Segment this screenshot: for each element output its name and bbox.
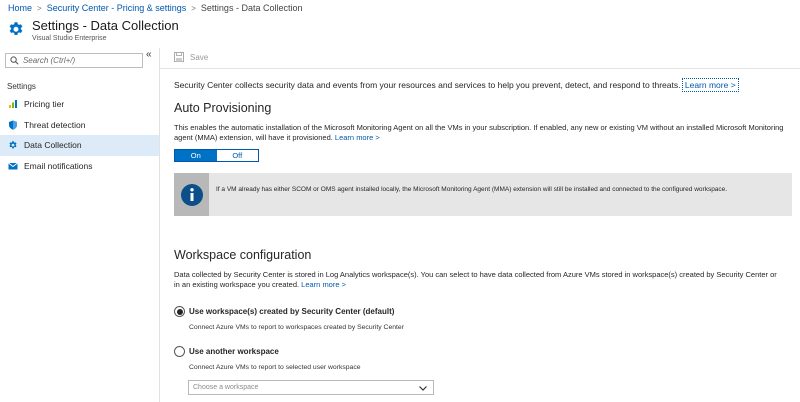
sidebar-item-label: Threat detection: [24, 119, 86, 130]
pricing-tier-icon: [9, 100, 17, 109]
sidebar-item-pricing-tier[interactable]: Pricing tier: [0, 94, 159, 115]
gear-icon: [9, 141, 17, 149]
radio-button[interactable]: [174, 346, 185, 357]
workspace-description: Data collected by Security Center is sto…: [174, 270, 784, 290]
breadcrumb-current: Settings - Data Collection: [200, 3, 303, 13]
radio-label: Use another workspace: [189, 347, 279, 356]
auto-provisioning-toggle[interactable]: On Off: [174, 149, 259, 162]
page-title: Settings - Data Collection: [32, 18, 179, 33]
search-box[interactable]: [5, 53, 143, 68]
toggle-on-option[interactable]: On: [175, 150, 217, 161]
sidebar-item-data-collection[interactable]: Data Collection: [0, 135, 159, 156]
email-icon: [8, 162, 18, 170]
collapse-sidebar-button[interactable]: «: [146, 49, 152, 60]
radio-label: Use workspace(s) created by Security Cen…: [189, 307, 395, 316]
chevron-right-icon: >: [37, 3, 42, 13]
auto-provisioning-body: This enables the automatic installation …: [174, 123, 784, 142]
save-button[interactable]: Save: [174, 52, 208, 62]
info-icon: [180, 183, 203, 206]
sidebar-item-threat-detection[interactable]: Threat detection: [0, 115, 159, 136]
search-icon: [10, 56, 19, 65]
workspace-select-placeholder: Choose a workspace: [193, 384, 259, 391]
main-content: Save Security Center collects security d…: [160, 48, 800, 402]
info-banner-side: [174, 173, 209, 216]
workspace-body: Data collected by Security Center is sto…: [174, 270, 777, 289]
gear-icon: [9, 22, 23, 35]
sidebar: « Settings Pricing tier Threat detection: [0, 48, 160, 402]
shield-icon: [9, 120, 17, 130]
radio-button-selected[interactable]: [174, 306, 185, 317]
intro-learn-more-link[interactable]: Learn more >: [681, 78, 739, 92]
toggle-off-option[interactable]: Off: [216, 150, 258, 161]
auto-provisioning-description: This enables the automatic installation …: [174, 123, 784, 143]
radio-option-default-workspace[interactable]: Use workspace(s) created by Security Cen…: [174, 306, 394, 317]
workspace-learn-more-link[interactable]: Learn more >: [301, 280, 346, 289]
info-banner: If a VM already has either SCOM or OMS a…: [174, 173, 792, 216]
chevron-down-icon: [419, 386, 427, 391]
section-label-settings: Settings: [7, 82, 36, 91]
intro-text: Security Center collects security data a…: [174, 78, 739, 92]
breadcrumb-home[interactable]: Home: [8, 3, 32, 13]
sidebar-item-email-notifications[interactable]: Email notifications: [0, 156, 159, 177]
radio-option-description: Connect Azure VMs to report to selected …: [189, 364, 361, 371]
auto-provisioning-heading: Auto Provisioning: [174, 101, 272, 115]
page-subtitle: Visual Studio Enterprise: [32, 35, 107, 42]
search-input[interactable]: [22, 56, 142, 65]
sidebar-item-label: Pricing tier: [24, 99, 65, 110]
blade-header: Settings - Data Collection Visual Studio…: [0, 16, 800, 48]
breadcrumb: Home > Security Center - Pricing & setti…: [0, 0, 800, 16]
chevron-right-icon: >: [191, 3, 196, 13]
save-icon: [174, 52, 184, 62]
breadcrumb-pricing-settings[interactable]: Security Center - Pricing & settings: [47, 3, 187, 13]
radio-option-description: Connect Azure VMs to report to workspace…: [189, 324, 404, 331]
workspace-select[interactable]: Choose a workspace: [188, 380, 434, 395]
sidebar-item-label: Email notifications: [24, 160, 93, 171]
radio-option-another-workspace[interactable]: Use another workspace: [174, 346, 279, 357]
info-banner-text: If a VM already has either SCOM or OMS a…: [216, 186, 728, 193]
auto-provisioning-learn-more-link[interactable]: Learn more >: [335, 133, 380, 142]
sidebar-item-label: Data Collection: [24, 140, 82, 151]
save-label: Save: [190, 52, 209, 62]
sidebar-nav: Pricing tier Threat detection Data Colle…: [0, 94, 159, 176]
radio-dot: [176, 308, 183, 315]
intro-body: Security Center collects security data a…: [174, 80, 681, 90]
workspace-configuration-heading: Workspace configuration: [174, 248, 312, 262]
toolbar-divider: [160, 68, 800, 69]
